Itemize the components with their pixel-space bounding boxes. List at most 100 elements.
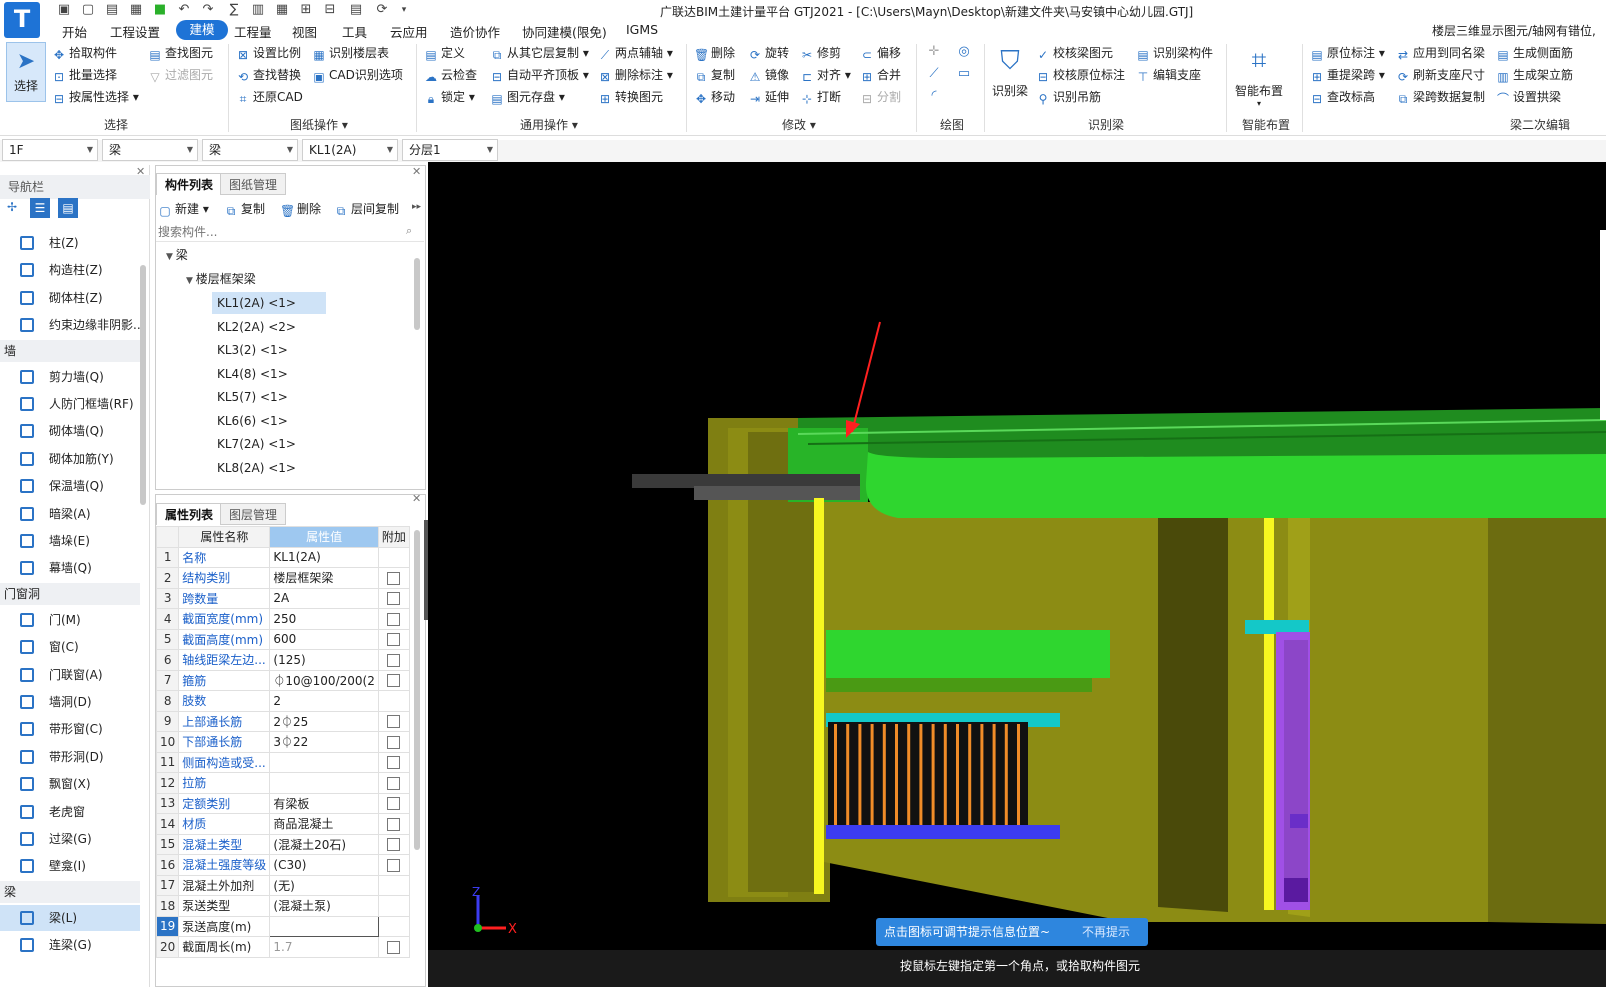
generate-side-rebar-button[interactable]: ▤ 生成侧面筋 <box>1496 44 1573 62</box>
floor-select[interactable]: 1F ▼ <box>2 139 98 161</box>
extra-checkbox[interactable] <box>387 612 401 626</box>
cad-options-button[interactable]: ▣ CAD识别选项 <box>312 66 403 84</box>
nav-item[interactable]: 老虎窗 <box>0 799 140 825</box>
in-place-annotation-button[interactable]: ▤ 原位标注 ▾ <box>1310 44 1385 62</box>
property-extra[interactable] <box>377 833 411 855</box>
menu-cost[interactable]: 造价协作 <box>450 22 500 40</box>
nav-item[interactable]: 墙垛(E) <box>0 528 140 554</box>
component-item[interactable]: KL3(2) <1> <box>212 339 293 361</box>
nav-section[interactable]: 门窗洞 <box>0 582 140 605</box>
property-extra[interactable] <box>377 710 411 732</box>
split-button[interactable]: ⊟ 分割 <box>860 88 901 106</box>
property-value[interactable] <box>269 915 379 937</box>
extra-checkbox[interactable] <box>387 797 401 811</box>
property-value[interactable]: (混凝土泵) <box>269 895 379 917</box>
property-extra[interactable] <box>377 608 411 630</box>
nav-item[interactable]: 门(M) <box>0 607 140 633</box>
component-item[interactable]: KL8(2A) <1> <box>212 457 301 479</box>
edit-support-button[interactable]: ⊤ 编辑支座 <box>1136 66 1201 84</box>
offset-button[interactable]: ⊂ 偏移 <box>860 44 901 62</box>
menu-quantity[interactable]: 工程量 <box>234 22 272 40</box>
recognize-hanger-button[interactable]: ⚲ 识别吊筋 <box>1036 88 1101 106</box>
nav-item[interactable]: 约束边缘非阴影... <box>0 312 144 338</box>
nav-item[interactable]: 砌体加筋(Y) <box>0 446 140 472</box>
property-value[interactable]: 2 <box>269 690 379 712</box>
restore-cad-button[interactable]: ⌗ 还原CAD <box>236 88 303 106</box>
nav-item[interactable]: 构造柱(Z) <box>0 257 140 283</box>
tab-component-list[interactable]: 构件列表 <box>156 173 223 195</box>
sync-icon[interactable]: ⟳ <box>374 2 390 18</box>
save-icon[interactable]: ▦ <box>128 2 144 18</box>
check-annotation-button[interactable]: ⊟ 校核原位标注 <box>1036 66 1125 84</box>
check-beam-button[interactable]: ✓ 校核梁图元 <box>1036 44 1113 62</box>
save-element-button[interactable]: ▤ 图元存盘 ▾ <box>490 88 565 106</box>
more-tools-icon[interactable]: ▸▸ <box>412 202 421 212</box>
nav-item[interactable]: 幕墙(Q) <box>0 555 140 581</box>
nav-list-view-icon[interactable]: ☰ <box>30 198 50 218</box>
component-item[interactable]: KL6(6) <1> <box>212 410 293 432</box>
smart-layout-button[interactable]: ⌗ 智能布置 ▾ <box>1232 44 1286 108</box>
extra-checkbox[interactable] <box>387 633 401 647</box>
extra-checkbox[interactable] <box>387 715 401 729</box>
property-value[interactable] <box>269 751 379 773</box>
property-value[interactable]: (125) <box>269 649 379 671</box>
undo-icon[interactable]: ↶ <box>176 2 192 18</box>
property-extra[interactable] <box>377 628 411 650</box>
extra-checkbox[interactable] <box>387 571 401 585</box>
tab-layer-management[interactable]: 图层管理 <box>220 503 287 525</box>
delete-annotation-button[interactable]: ⊠ 删除标注 ▾ <box>598 66 673 84</box>
point-icon[interactable]: ✛ <box>926 44 942 60</box>
property-extra[interactable] <box>377 587 411 609</box>
extra-checkbox[interactable] <box>387 674 401 688</box>
find-replace-button[interactable]: ⟲ 查找替换 <box>236 66 301 84</box>
define-button[interactable]: ▤ 定义 <box>424 44 465 62</box>
align-button[interactable]: ⊏ 对齐 ▾ <box>800 66 851 84</box>
nav-detail-view-icon[interactable]: ▤ <box>58 198 78 218</box>
nav-item[interactable]: 连梁(G) <box>0 932 140 958</box>
app-logo[interactable]: T <box>4 2 40 38</box>
nav-item[interactable]: 梁(L) <box>0 904 140 931</box>
redo-icon[interactable]: ↷ <box>200 2 216 18</box>
component-item[interactable]: KL7(2A) <1> <box>212 433 301 455</box>
recognize-beam-component-button[interactable]: ▤ 识别梁构件 <box>1136 44 1213 62</box>
property-value[interactable]: 楼层框架梁 <box>269 567 379 589</box>
filter-element-button[interactable]: ▽ 过滤图元 <box>148 66 213 84</box>
cloud-save-icon[interactable]: ■ <box>152 2 168 18</box>
nav-item[interactable]: 带形洞(D) <box>0 744 140 770</box>
new-component-button[interactable]: ▢ 新建 ▾ <box>158 200 209 218</box>
tree-root[interactable]: ▼ 梁 <box>166 244 188 266</box>
3d-viewport[interactable]: X Z <box>428 162 1606 987</box>
nav-item[interactable]: 带形窗(C) <box>0 716 140 742</box>
menu-tools[interactable]: 工具 <box>342 22 367 40</box>
batch-select-button[interactable]: ⊡ 批量选择 <box>52 66 117 84</box>
property-extra[interactable] <box>377 936 411 958</box>
lock-button[interactable]: 🔒︎ 锁定 ▾ <box>424 88 475 106</box>
recognize-floor-table-button[interactable]: ▦ 识别楼层表 <box>312 44 389 62</box>
property-extra[interactable] <box>377 751 411 773</box>
grid-icon[interactable]: ▦ <box>274 2 290 18</box>
nav-item[interactable]: 砌体柱(Z) <box>0 285 140 311</box>
property-value[interactable]: ⏀10@100/200(2 <box>269 669 379 691</box>
component-select[interactable]: KL1(2A) ▼ <box>302 139 398 161</box>
extra-checkbox[interactable] <box>387 776 401 790</box>
extra-checkbox[interactable] <box>387 653 401 667</box>
nav-pin-icon[interactable]: ✢ <box>4 200 20 216</box>
property-extra[interactable] <box>377 731 411 753</box>
extra-checkbox[interactable] <box>387 817 401 831</box>
component-item[interactable]: KL2(2A) <2> <box>212 316 301 338</box>
comp-close-icon[interactable]: ✕ <box>412 165 421 178</box>
property-value[interactable]: (混凝土20石) <box>269 833 379 855</box>
qa-more-icon[interactable]: ▾ <box>396 2 412 18</box>
hint-toast[interactable]: 点击图标可调节提示信息位置~ 不再提示 <box>876 918 1148 946</box>
property-value[interactable]: KL1(2A) <box>269 546 379 568</box>
set-scale-button[interactable]: ⊠ 设置比例 <box>236 44 301 62</box>
property-value[interactable]: 1.7 <box>269 936 379 958</box>
property-value[interactable] <box>269 772 379 794</box>
find-element-button[interactable]: ▤ 查找图元 <box>148 44 213 62</box>
apply-same-name-button[interactable]: ⇄ 应用到同名梁 <box>1396 44 1485 62</box>
menu-collab[interactable]: 协同建模(限免) <box>522 22 607 40</box>
calc-icon[interactable]: ⊟ <box>322 2 338 18</box>
extra-checkbox[interactable] <box>387 756 401 770</box>
property-value[interactable]: 商品混凝土 <box>269 813 379 835</box>
property-value[interactable]: 600 <box>269 628 379 650</box>
